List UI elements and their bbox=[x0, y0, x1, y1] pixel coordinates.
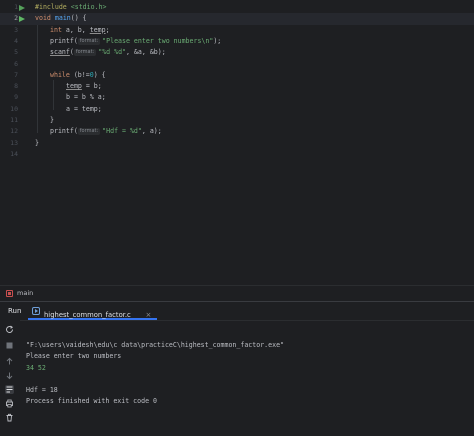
run-gutter-icon[interactable] bbox=[19, 4, 25, 11]
close-icon[interactable]: × bbox=[145, 311, 151, 319]
editor-line-4[interactable]: 4 printf(format: "Please enter two number… bbox=[0, 36, 474, 47]
console-input-line: 34 52 bbox=[26, 363, 46, 372]
run-panel-header: Run highest_common_factor.c × bbox=[0, 302, 474, 320]
code-line[interactable]: scanf(format: "%d %d", &a, &b); bbox=[50, 47, 166, 58]
line-number: 6 bbox=[14, 59, 18, 68]
code-line[interactable]: while (b!=0) { bbox=[50, 70, 106, 81]
editor-line-7[interactable]: 7 while (b!=0) { bbox=[0, 70, 474, 81]
run-toolbar bbox=[0, 320, 20, 436]
parameter-hint: format: bbox=[77, 37, 101, 45]
code-line[interactable]: int a, b, temp; bbox=[50, 25, 110, 36]
line-number: 3 bbox=[14, 25, 18, 34]
editor-line-1[interactable]: 1 #include <stdio.h> bbox=[0, 2, 474, 13]
console-output-line: Hdf = 18 bbox=[26, 386, 58, 395]
stop-icon[interactable] bbox=[5, 341, 14, 350]
editor-line-11[interactable]: 11 } bbox=[0, 115, 474, 126]
trash-icon[interactable] bbox=[5, 413, 14, 422]
breadcrumb: main bbox=[0, 285, 474, 301]
editor-line-13[interactable]: 13 } bbox=[0, 138, 474, 149]
code-line[interactable]: #include <stdio.h> bbox=[35, 2, 106, 13]
line-number: 11 bbox=[10, 116, 18, 124]
run-main-icon[interactable] bbox=[19, 15, 25, 22]
run-config-icon bbox=[32, 307, 40, 315]
code-line[interactable]: temp = b; bbox=[66, 81, 102, 92]
line-number: 12 bbox=[10, 127, 18, 136]
code-line[interactable]: b = b % a; bbox=[66, 92, 106, 103]
code-line[interactable]: printf(format: "Hdf = %d", a); bbox=[50, 126, 162, 137]
console-output-line: "F:\users\vaidesh\edu\c data\practiceC\h… bbox=[26, 341, 285, 349]
line-number: 1 bbox=[14, 3, 18, 11]
editor-line-12[interactable]: 12 printf(format: "Hdf = %d", a); bbox=[0, 126, 474, 137]
editor-line-3[interactable]: 3 int a, b, temp; bbox=[0, 25, 474, 36]
code-line[interactable]: } bbox=[35, 138, 39, 149]
parameter-hint: format: bbox=[73, 49, 97, 57]
console-output-line: Please enter two numbers bbox=[26, 352, 122, 361]
function-icon bbox=[6, 290, 13, 297]
console-output-line: Process finished with exit code 0 bbox=[26, 397, 158, 406]
editor-line-14[interactable]: 14 bbox=[0, 149, 474, 160]
parameter-hint: format: bbox=[77, 128, 101, 136]
line-number: 2 bbox=[14, 14, 18, 23]
editor-line-10[interactable]: 10 a = temp; bbox=[0, 104, 474, 115]
code-line[interactable]: } bbox=[50, 115, 54, 126]
run-panel: Run highest_common_factor.c × "F:\users\… bbox=[0, 301, 474, 436]
line-number: 10 bbox=[10, 104, 18, 113]
scroll-up-icon[interactable] bbox=[5, 357, 14, 366]
line-number: 8 bbox=[14, 82, 18, 91]
divider bbox=[20, 320, 474, 321]
console-output[interactable]: "F:\users\vaidesh\edu\c data\practiceC\h… bbox=[26, 340, 284, 408]
editor-line-8[interactable]: 8 temp = b; bbox=[0, 81, 474, 92]
rerun-icon[interactable] bbox=[5, 325, 14, 334]
line-number: 5 bbox=[14, 48, 18, 57]
print-icon[interactable] bbox=[5, 399, 14, 408]
tab-label: highest_common_factor.c bbox=[44, 311, 131, 319]
line-number: 4 bbox=[14, 36, 18, 45]
code-editor[interactable]: 1 #include <stdio.h> 2 void main() { 3 i… bbox=[0, 0, 474, 285]
scroll-down-icon[interactable] bbox=[5, 371, 14, 380]
editor-line-9[interactable]: 9 b = b % a; bbox=[0, 92, 474, 103]
editor-line-5[interactable]: 5 scanf(format: "%d %d", &a, &b); bbox=[0, 47, 474, 58]
line-number: 9 bbox=[14, 93, 18, 102]
code-line[interactable]: printf(format: "Please enter two numbers\… bbox=[50, 36, 221, 47]
code-line[interactable]: void main() { bbox=[35, 13, 87, 24]
tab-highest-common-factor[interactable]: highest_common_factor.c × bbox=[28, 302, 158, 320]
run-panel-title: Run bbox=[8, 307, 22, 315]
line-number: 7 bbox=[14, 70, 18, 79]
line-number: 14 bbox=[10, 149, 18, 158]
line-number: 13 bbox=[10, 138, 18, 147]
breadcrumb-item-main[interactable]: main bbox=[17, 289, 33, 297]
editor-line-2[interactable]: 2 void main() { bbox=[0, 13, 474, 25]
soft-wrap-icon[interactable] bbox=[5, 385, 14, 394]
editor-line-6[interactable]: 6 bbox=[0, 59, 474, 70]
code-line[interactable]: a = temp; bbox=[66, 104, 102, 115]
